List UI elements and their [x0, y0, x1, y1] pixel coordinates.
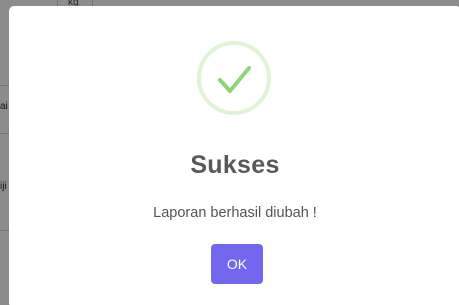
checkmark-icon	[197, 41, 271, 115]
dialog-message: Laporan berhasil diubah !	[153, 205, 317, 221]
dialog-title: Sukses	[190, 151, 280, 179]
ok-button[interactable]: OK	[211, 244, 263, 284]
success-dialog: Sukses Laporan berhasil diubah ! OK	[9, 6, 459, 305]
